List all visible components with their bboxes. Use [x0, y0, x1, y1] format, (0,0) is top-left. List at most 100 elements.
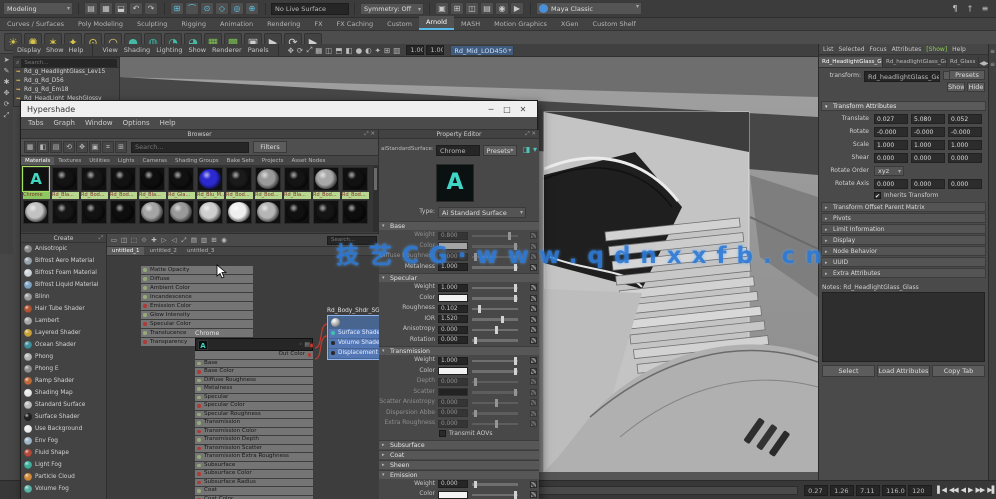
- attribute-port[interactable]: [143, 268, 147, 272]
- footer-button[interactable]: Select: [822, 365, 875, 377]
- create-node-item[interactable]: Particle Cloud: [21, 471, 106, 483]
- node-attribute-row[interactable]: Glow Intensity: [141, 311, 253, 319]
- attribute-editor-menu-item[interactable]: Focus: [870, 46, 887, 53]
- map-button-icon[interactable]: [530, 316, 537, 323]
- attribute-port[interactable]: [143, 286, 147, 290]
- out-color-row[interactable]: Out Color: [195, 351, 313, 359]
- material-swatch[interactable]: [167, 199, 196, 225]
- node-attribute-row[interactable]: Emission Color: [141, 302, 253, 310]
- attribute-port[interactable]: [197, 404, 201, 408]
- tab-scroll-arrows[interactable]: ◀▶: [979, 60, 988, 67]
- map-button-icon[interactable]: [530, 243, 537, 250]
- attribute-port[interactable]: [197, 421, 201, 425]
- slider-track[interactable]: [472, 297, 518, 300]
- presets-button[interactable]: Presets*: [483, 145, 517, 156]
- attribute-editor-tab[interactable]: Rd_Glass: [947, 57, 979, 67]
- pane-icons[interactable]: ⤢ ✕: [525, 130, 536, 139]
- attribute-port[interactable]: [197, 379, 201, 383]
- value-field[interactable]: 0.000: [438, 480, 468, 488]
- viewport-toolbar-icon[interactable]: ◐: [365, 46, 372, 55]
- frame-field[interactable]: 7.11: [856, 485, 880, 496]
- material-swatch[interactable]: [109, 199, 138, 225]
- material-swatch[interactable]: A Rd_Bla...: [283, 166, 312, 199]
- create-node-item[interactable]: Standard Surface: [21, 399, 106, 411]
- material-swatch[interactable]: A Rd_Bla...: [51, 166, 80, 199]
- shelf-tab[interactable]: Rigging: [174, 18, 213, 30]
- browser-tab[interactable]: Lights: [114, 157, 139, 165]
- color-swatch[interactable]: [438, 388, 468, 396]
- value-field[interactable]: 1.000: [438, 263, 468, 271]
- swatch-scrollbar[interactable]: [373, 166, 378, 232]
- node-toolbar-icon[interactable]: ▭: [109, 236, 119, 244]
- node-toolbar-icon[interactable]: ⬚: [129, 236, 139, 244]
- attribute-port[interactable]: [143, 304, 147, 308]
- viewport-toolbar-icon[interactable]: ⤢: [306, 45, 312, 55]
- value-z[interactable]: 1.000: [948, 140, 982, 150]
- outliner-menu-item[interactable]: Display: [17, 46, 41, 54]
- node-attribute-row[interactable]: Specular: [195, 394, 313, 402]
- map-button-icon[interactable]: [530, 357, 537, 364]
- node-attribute-row[interactable]: Diffuse Roughness: [195, 377, 313, 385]
- type-dropdown[interactable]: Ai Standard Surface: [438, 207, 526, 218]
- collapsed-section-header[interactable]: Subsurface: [379, 440, 539, 449]
- attribute-editor-menu-item[interactable]: Show: [926, 46, 947, 53]
- create-node-item[interactable]: Volume Fog: [21, 483, 106, 495]
- create-node-item[interactable]: Ocean Shader: [21, 339, 106, 351]
- frame-field[interactable]: 0.27: [804, 485, 828, 496]
- browser-toolbar-icon[interactable]: ▣: [89, 141, 101, 153]
- hypershade-menu-item[interactable]: Tabs: [28, 119, 44, 127]
- shelf-tab[interactable]: Rendering: [260, 18, 307, 30]
- play-blast-icon[interactable]: ▶: [510, 2, 524, 15]
- create-node-item[interactable]: Bifrost Foam Material: [21, 267, 106, 279]
- browser-tab[interactable]: Utilities: [85, 157, 114, 165]
- material-name-field[interactable]: Chrome: [436, 145, 480, 156]
- browser-tab[interactable]: Projects: [258, 157, 288, 165]
- material-swatch[interactable]: [225, 199, 254, 225]
- show-button[interactable]: Show: [947, 82, 965, 92]
- map-button-icon[interactable]: [530, 253, 537, 260]
- attribute-editor-menu-item[interactable]: Selected: [839, 46, 865, 53]
- node-toolbar-icon[interactable]: ⟐: [139, 236, 149, 245]
- shelf-tab[interactable]: Sculpting: [130, 18, 174, 30]
- attribute-port[interactable]: [143, 322, 147, 326]
- node-attribute-row[interactable]: Incandescence: [141, 293, 253, 301]
- shelf-tab[interactable]: FX Caching: [330, 18, 381, 30]
- playback-button[interactable]: ◀◀: [949, 486, 958, 494]
- footer-button[interactable]: Copy Tab: [932, 365, 985, 377]
- playback-button[interactable]: ▌◀: [937, 486, 946, 494]
- redo-icon[interactable]: ↷: [144, 2, 158, 15]
- viewport-toolbar-icon[interactable]: ✦: [375, 46, 381, 55]
- minimize-icon[interactable]: ─: [483, 105, 499, 114]
- hypershade-menu-item[interactable]: Window: [85, 119, 113, 127]
- node-name-field[interactable]: Rd_headlightGlass_Geo: [864, 71, 940, 82]
- playback-button[interactable]: ▶: [968, 486, 972, 494]
- browser-toolbar-icon[interactable]: ◧: [37, 141, 49, 153]
- browser-tab[interactable]: Bake Sets: [223, 157, 258, 165]
- collapsed-section-header[interactable]: Display: [821, 235, 986, 245]
- attribute-port[interactable]: [197, 472, 201, 476]
- frame-field[interactable]: 116.00: [882, 485, 906, 496]
- symmetry-dropdown[interactable]: Symmetry: Off: [360, 3, 424, 15]
- shelf-tab[interactable]: Poly Modeling: [71, 18, 130, 30]
- filters-button[interactable]: Filters: [253, 141, 287, 153]
- browser-toolbar-icon[interactable]: ⟲: [63, 141, 75, 153]
- color-swatch[interactable]: [438, 491, 468, 499]
- viewport-toolbar-icon[interactable]: ⬒: [335, 46, 342, 55]
- map-button-icon[interactable]: [530, 399, 537, 406]
- slider-track[interactable]: [472, 391, 518, 394]
- pane-icons[interactable]: ⤢ ✕: [364, 130, 375, 139]
- slider-track[interactable]: [472, 245, 518, 248]
- slider-track[interactable]: [472, 339, 518, 342]
- map-button-icon[interactable]: [530, 389, 537, 396]
- collapsed-section-header[interactable]: Transform Offset Parent Matrix: [821, 202, 986, 212]
- node-attribute-row[interactable]: Subsurface Color: [195, 470, 313, 478]
- outliner-menu-item[interactable]: Show: [46, 46, 64, 54]
- menu-set-dropdown[interactable]: Modeling: [3, 2, 73, 15]
- playback-button[interactable]: ▶▌: [987, 486, 996, 494]
- material-swatch[interactable]: [51, 199, 80, 225]
- node-attribute-row[interactable]: Subsurface: [195, 462, 313, 470]
- material-swatch[interactable]: A Rd_Blu_M...: [196, 166, 225, 199]
- value-x[interactable]: 0.027: [874, 114, 908, 124]
- collapsed-section-header[interactable]: Extra Attributes: [821, 268, 986, 278]
- maximize-icon[interactable]: □: [499, 105, 515, 114]
